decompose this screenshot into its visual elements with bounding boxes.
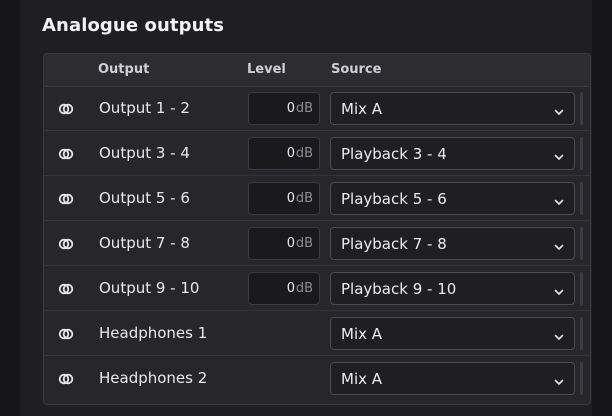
stereo-link-icon[interactable] xyxy=(58,101,74,115)
output-name: Output 3 - 4 xyxy=(99,144,190,162)
source-select-value: Mix A xyxy=(341,325,383,343)
level-value: 0 xyxy=(286,146,295,161)
output-name: Output 7 - 8 xyxy=(99,234,190,252)
stereo-link-icon[interactable] xyxy=(58,281,74,295)
table-row: Headphones 1 Mix A xyxy=(44,312,590,356)
source-select-value: Playback 7 - 8 xyxy=(341,235,447,253)
table-row: Headphones 2 Mix A xyxy=(44,357,590,401)
table-header: Output Level Source xyxy=(44,54,590,87)
row-level-meter xyxy=(580,272,583,305)
source-select-value: Playback 3 - 4 xyxy=(341,145,447,163)
level-value: 0 xyxy=(286,101,295,116)
source-select[interactable]: Mix A xyxy=(330,92,575,125)
stereo-link-icon[interactable] xyxy=(58,326,74,340)
stereo-link-icon[interactable] xyxy=(58,371,74,385)
analogue-outputs-panel: Analogue outputs Output Level Source Out… xyxy=(20,0,592,416)
level-unit: dB xyxy=(295,101,313,116)
table-row: Output 5 - 6 0 dB Playback 5 - 6 xyxy=(44,177,590,221)
source-select-value: Mix A xyxy=(341,370,383,388)
source-select-value: Playback 9 - 10 xyxy=(341,280,457,298)
row-level-meter xyxy=(580,182,583,215)
chevron-down-icon xyxy=(553,103,565,115)
row-level-meter xyxy=(580,227,583,260)
source-select[interactable]: Playback 9 - 10 xyxy=(330,272,575,305)
column-header-output: Output xyxy=(98,62,150,77)
level-field[interactable]: 0 dB xyxy=(248,92,320,125)
section-title: Analogue outputs xyxy=(42,15,225,36)
outputs-table: Output Level Source Output 1 - 2 0 dB Mi… xyxy=(43,53,591,405)
output-name: Output 1 - 2 xyxy=(99,99,190,117)
level-field[interactable]: 0 dB xyxy=(248,137,320,170)
level-field[interactable]: 0 dB xyxy=(248,227,320,260)
row-level-meter xyxy=(580,137,583,170)
source-select-value: Mix A xyxy=(341,100,383,118)
row-level-meter xyxy=(580,92,583,125)
chevron-down-icon xyxy=(553,193,565,205)
chevron-down-icon xyxy=(553,373,565,385)
source-select[interactable]: Mix A xyxy=(330,317,575,350)
level-value: 0 xyxy=(286,281,295,296)
level-unit: dB xyxy=(295,236,313,251)
source-select[interactable]: Playback 5 - 6 xyxy=(330,182,575,215)
stereo-link-icon[interactable] xyxy=(58,146,74,160)
table-row: Output 7 - 8 0 dB Playback 7 - 8 xyxy=(44,222,590,266)
output-name: Headphones 2 xyxy=(99,369,208,387)
table-row: Output 9 - 10 0 dB Playback 9 - 10 xyxy=(44,267,590,311)
stereo-link-icon[interactable] xyxy=(58,236,74,250)
row-level-meter xyxy=(580,317,583,350)
source-select-value: Playback 5 - 6 xyxy=(341,190,447,208)
level-value: 0 xyxy=(286,191,295,206)
chevron-down-icon xyxy=(553,328,565,340)
table-row: Output 1 - 2 0 dB Mix A xyxy=(44,87,590,131)
level-unit: dB xyxy=(295,146,313,161)
source-select[interactable]: Playback 3 - 4 xyxy=(330,137,575,170)
output-name: Output 5 - 6 xyxy=(99,189,190,207)
column-header-source: Source xyxy=(331,62,382,77)
source-select[interactable]: Mix A xyxy=(330,362,575,395)
chevron-down-icon xyxy=(553,238,565,250)
output-name: Headphones 1 xyxy=(99,324,208,342)
level-field[interactable]: 0 dB xyxy=(248,272,320,305)
output-name: Output 9 - 10 xyxy=(99,279,200,297)
level-unit: dB xyxy=(295,191,313,206)
source-select[interactable]: Playback 7 - 8 xyxy=(330,227,575,260)
level-unit: dB xyxy=(295,281,313,296)
level-field[interactable]: 0 dB xyxy=(248,182,320,215)
table-row: Output 3 - 4 0 dB Playback 3 - 4 xyxy=(44,132,590,176)
column-header-level: Level xyxy=(247,62,286,77)
row-level-meter xyxy=(580,362,583,395)
stereo-link-icon[interactable] xyxy=(58,191,74,205)
chevron-down-icon xyxy=(553,283,565,295)
level-value: 0 xyxy=(286,236,295,251)
chevron-down-icon xyxy=(553,148,565,160)
